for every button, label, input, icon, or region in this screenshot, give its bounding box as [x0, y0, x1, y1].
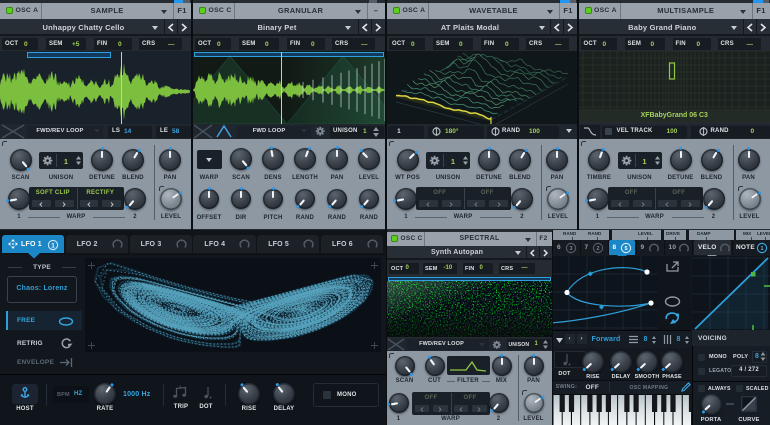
svg-text:2: 2 [596, 246, 599, 252]
svg-text:1: 1 [760, 246, 763, 252]
svg-text:5: 5 [624, 246, 627, 252]
svg-text:1: 1 [51, 243, 55, 249]
svg-text:3: 3 [569, 246, 572, 252]
